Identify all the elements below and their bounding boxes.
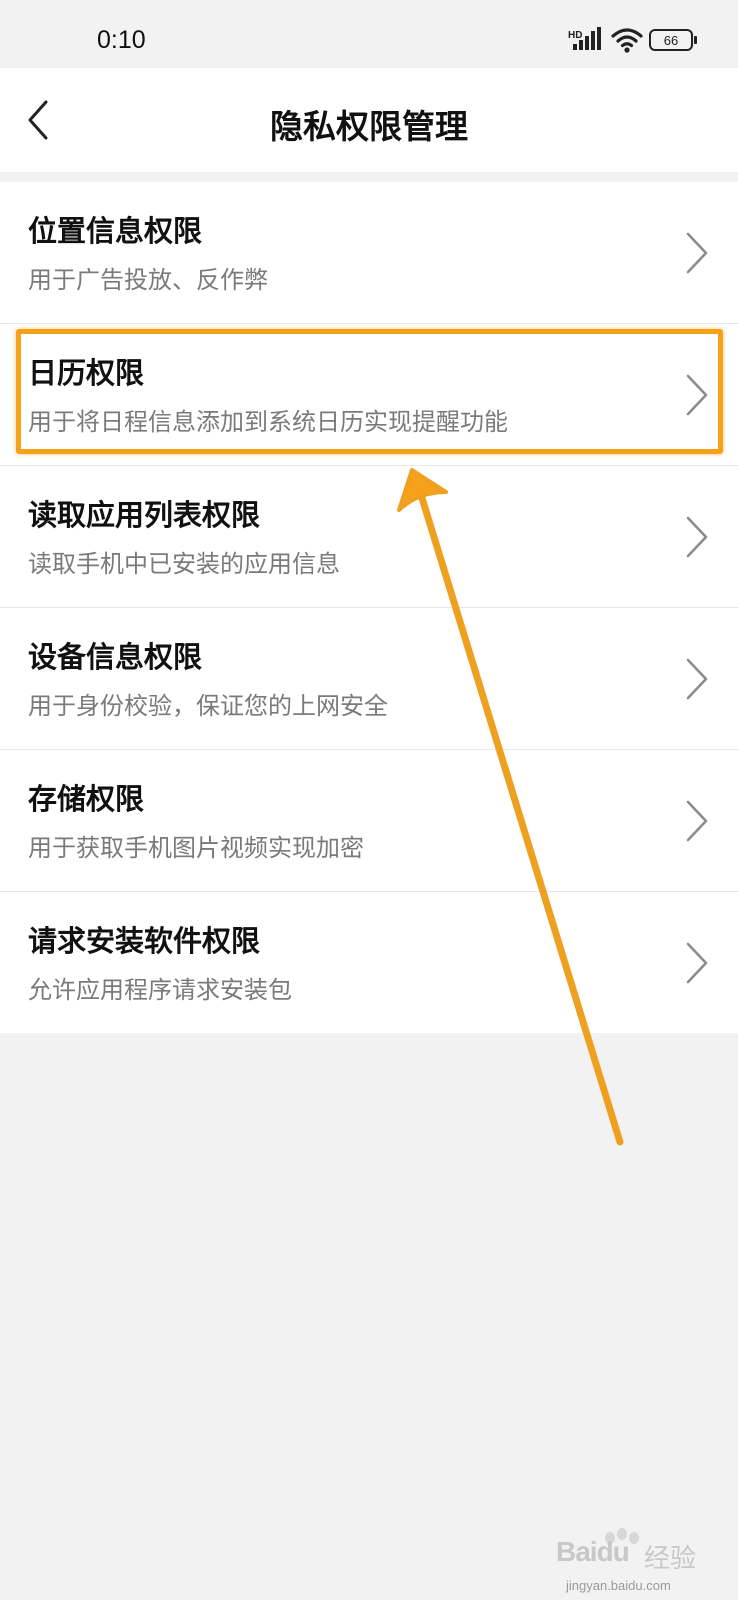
permission-title: 存储权限 [28,782,145,816]
permission-item-storage[interactable]: 存储权限 用于获取手机图片视频实现加密 [0,750,738,892]
chevron-right-icon [686,232,708,274]
chevron-right-icon [686,800,708,842]
chevron-right-icon [686,516,708,558]
battery-icon: 66 [649,29,697,51]
nav-bar: 隐私权限管理 [0,68,738,172]
permission-title: 位置信息权限 [28,214,203,248]
wifi-icon [611,28,643,53]
watermark-cn: 经验 [644,1544,697,1574]
status-bar: 0:10 HD 66 [0,0,738,68]
status-time: 0:10 [97,26,146,54]
permission-desc: 用于身份校验，保证您的上网安全 [28,692,388,720]
permission-desc: 用于将日程信息添加到系统日历实现提醒功能 [28,408,508,436]
permission-item-device-info[interactable]: 设备信息权限 用于身份校验，保证您的上网安全 [0,608,738,750]
status-icons: HD 66 [563,24,698,56]
chevron-right-icon [686,942,708,984]
permission-desc: 用于广告投放、反作弊 [28,266,268,294]
permission-title: 设备信息权限 [28,640,203,674]
permission-item-calendar[interactable]: 日历权限 用于将日程信息添加到系统日历实现提醒功能 [0,324,738,466]
signal-icon: HD [568,27,601,50]
permission-desc: 允许应用程序请求安装包 [28,976,292,1004]
permission-item-install[interactable]: 请求安装软件权限 允许应用程序请求安装包 [0,892,738,1033]
watermark-logo: Baidu [556,1536,630,1567]
page-title: 隐私权限管理 [270,107,468,146]
permission-item-location[interactable]: 位置信息权限 用于广告投放、反作弊 [0,182,738,324]
permission-desc: 用于获取手机图片视频实现加密 [28,834,364,862]
chevron-right-icon [686,374,708,416]
watermark-url: jingyan.baidu.com [566,1578,671,1593]
permission-title: 读取应用列表权限 [28,498,261,532]
chevron-right-icon [686,658,708,700]
permission-list: 位置信息权限 用于广告投放、反作弊 日历权限 用于将日程信息添加到系统日历实现提… [0,182,738,1033]
battery-level: 66 [664,33,678,48]
permission-desc: 读取手机中已安装的应用信息 [28,550,340,578]
permission-item-app-list[interactable]: 读取应用列表权限 读取手机中已安装的应用信息 [0,466,738,608]
network-label: HD [568,30,582,41]
permission-title: 请求安装软件权限 [28,924,261,958]
permission-title: 日历权限 [28,356,145,390]
